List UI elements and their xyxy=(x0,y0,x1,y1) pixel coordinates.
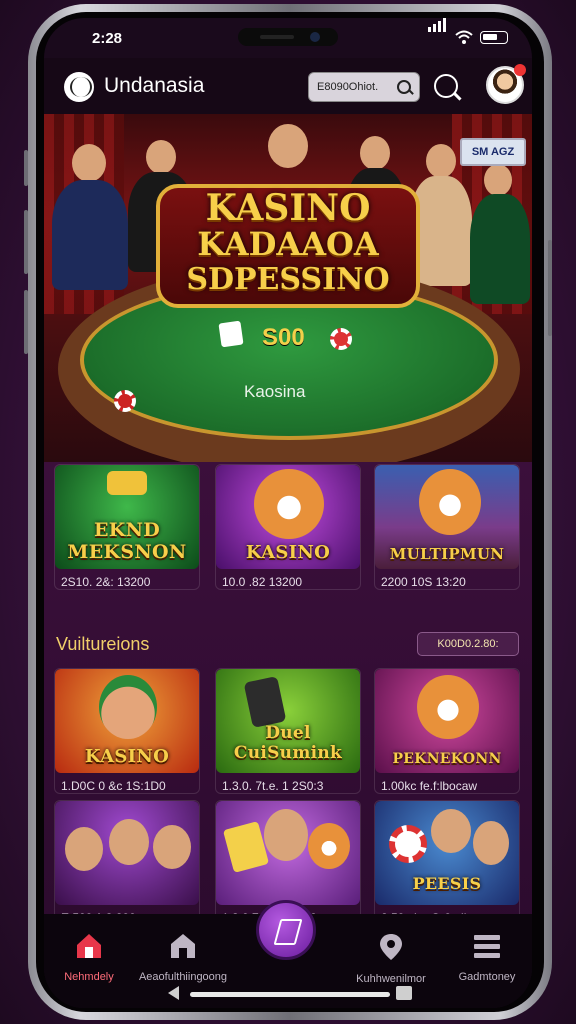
character-face-icon xyxy=(99,675,157,739)
side-button-power xyxy=(548,240,552,336)
game-tile[interactable]: KASINO 10.0 .82 13200 xyxy=(215,464,361,590)
game-title: KASINO xyxy=(84,746,170,767)
hero-caption: Kaosina xyxy=(244,382,306,401)
hero-title-line: KADAAOA xyxy=(197,225,379,263)
center-action-button[interactable] xyxy=(256,900,316,960)
nav-label: Gadmtoney xyxy=(458,971,516,983)
location-icon xyxy=(380,934,402,960)
dog-mascot-icon xyxy=(308,823,350,869)
dog-mascot-icon xyxy=(254,469,324,539)
cards-icon xyxy=(222,821,270,873)
game-meta: 1.D0C 0 &c 1S:1D0 xyxy=(61,779,166,793)
nav-label: Aeaofulthiingoong xyxy=(138,971,228,983)
nav-label: Kuhhwenilmor xyxy=(356,973,426,985)
character-face-icon xyxy=(109,819,149,865)
character-face-icon xyxy=(473,821,509,865)
game-tile[interactable]: Duel CuiSumink 1.3.0. 7t.e. 1 2S0:3 xyxy=(215,668,361,794)
home-indicator[interactable] xyxy=(190,992,390,997)
phone-card-icon xyxy=(243,675,287,729)
game-title: PEKNEKONN xyxy=(392,751,502,767)
character-face-icon xyxy=(431,809,471,853)
home-icon xyxy=(77,934,101,958)
recent-apps-icon[interactable] xyxy=(396,986,412,1000)
notification-badge xyxy=(514,64,526,76)
hero-banner[interactable]: SM AGZ KASINO KADAAOA SDPESSINO S00 Kaos… xyxy=(44,114,532,462)
brand-name: Undanasia xyxy=(104,74,205,97)
game-tile[interactable]: E:500 A 3 200 xyxy=(54,800,200,926)
section-filter-button[interactable]: K00D0.2.80: xyxy=(417,632,519,656)
dynamic-island xyxy=(238,28,338,46)
dog-mascot-icon xyxy=(419,469,481,535)
status-time: 2:28 xyxy=(92,30,123,47)
search-icon[interactable] xyxy=(434,74,458,98)
game-tile[interactable]: MULTIPMUN 2200 10S 13:20 xyxy=(374,464,520,590)
game-meta: 2200 10S 13:20 xyxy=(381,575,466,589)
nav-item-location[interactable]: Kuhhwenilmor xyxy=(346,932,436,985)
battery-icon xyxy=(480,31,508,44)
status-bar: 2:28 xyxy=(44,18,532,58)
app-header: Undanasia E8090Ohiot. xyxy=(44,58,532,114)
nav-item-menu[interactable]: Gadmtoney xyxy=(442,932,532,983)
game-meta: 10.0 .82 13200 xyxy=(222,575,303,589)
nav-label: Nehmdely xyxy=(64,971,114,983)
poker-chip-icon xyxy=(389,825,427,863)
game-meta: 1.00kc fe.f:lbocaw xyxy=(381,779,478,793)
poker-chip-icon xyxy=(114,390,136,412)
search-field-icon xyxy=(397,80,411,94)
side-button-volume-up xyxy=(24,210,28,274)
search-input[interactable]: E8090Ohiot. xyxy=(308,72,420,102)
app-screen: 2:28 Undanasia E8090Ohiot. SM AGZ KASINO… xyxy=(44,18,532,1008)
dog-mascot-icon xyxy=(417,675,479,739)
side-button-volume-down xyxy=(24,290,28,354)
hero-badge: SM AGZ xyxy=(460,138,526,166)
back-icon[interactable] xyxy=(168,986,179,1000)
game-meta: 1.3.0. 7t.e. 1 2S0:3 xyxy=(222,779,324,793)
crown-icon xyxy=(107,471,147,495)
side-button-mute xyxy=(24,150,28,186)
game-tile[interactable]: EKND MEKSNON 2S10. 2&: 13200 xyxy=(54,464,200,590)
game-meta: 2S10. 2&: 13200 xyxy=(61,575,151,589)
game-title: KASINO xyxy=(245,542,331,563)
poker-chip-icon xyxy=(330,328,352,350)
search-placeholder: E8090Ohiot. xyxy=(317,81,379,93)
menu-icon xyxy=(474,935,500,958)
nav-item-store[interactable]: Aeaofulthiingoong xyxy=(138,932,228,983)
hero-amount: S00 xyxy=(262,324,305,351)
games-section: EKND MEKSNON 2S10. 2&: 13200 KASINO 10.0… xyxy=(44,462,532,932)
bottom-nav: Nehmdely Aeaofulthiingoong Kuhhwenilmor … xyxy=(44,900,532,1008)
playing-cards-icon xyxy=(218,320,244,348)
wifi-icon xyxy=(455,30,473,44)
game-tile[interactable]: PEKNEKONN 1.00kc fe.f:lbocaw xyxy=(374,668,520,794)
hero-title-line: SDPESSINO xyxy=(186,262,390,297)
character-face-icon xyxy=(153,825,191,869)
game-title: Duel CuiSumink xyxy=(233,723,343,763)
game-title: PEESIS xyxy=(412,874,482,893)
hero-title-line: KASINO xyxy=(205,187,371,229)
nav-item-home[interactable]: Nehmdely xyxy=(44,932,134,983)
game-title: MULTIPMUN xyxy=(389,545,505,563)
hero-title-plate: KASINO KADAAOA SDPESSINO xyxy=(156,184,420,308)
game-tile[interactable]: KASINO 1.D0C 0 &c 1S:1D0 xyxy=(54,668,200,794)
game-tile[interactable]: PEESIS 2.50c !er Or0mibnnw xyxy=(374,800,520,926)
character-face-icon xyxy=(65,827,103,871)
store-icon xyxy=(171,934,195,958)
app-logo-icon[interactable] xyxy=(64,72,94,102)
game-title: EKND MEKSNON xyxy=(67,519,187,563)
character-face-icon xyxy=(264,809,308,861)
section-title: Vuiltureions xyxy=(56,634,150,654)
